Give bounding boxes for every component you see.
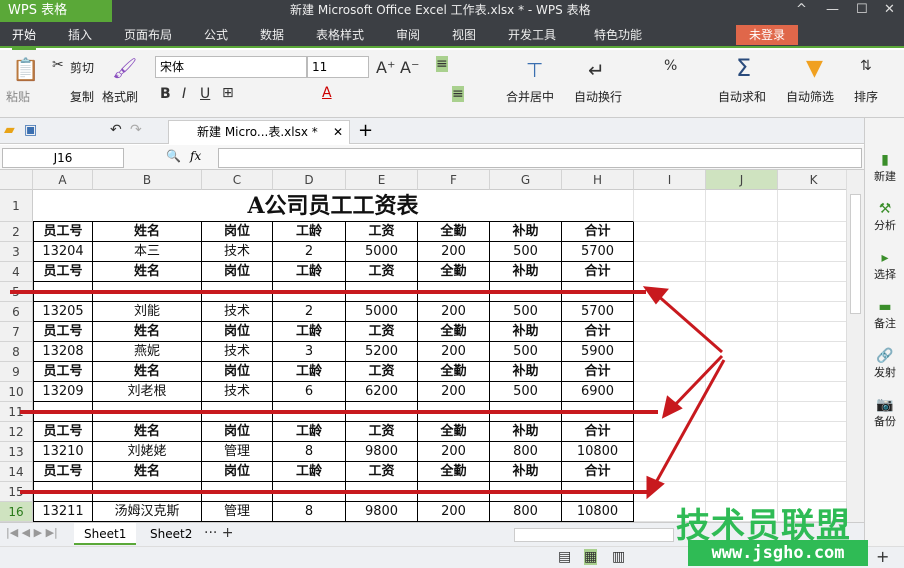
arrow-head-3 bbox=[646, 475, 665, 500]
menu-item-0[interactable]: 开始 bbox=[12, 22, 37, 50]
menu-item-2[interactable]: 页面布局 bbox=[124, 22, 172, 48]
arrow-2 bbox=[670, 354, 724, 410]
arrow-3 bbox=[652, 359, 726, 487]
menu-item-6[interactable]: 审阅 bbox=[396, 22, 420, 48]
menu-item-7[interactable]: 视图 bbox=[452, 22, 476, 48]
arrow-1 bbox=[655, 292, 723, 354]
menu-item-9[interactable]: 特色功能 bbox=[594, 22, 642, 48]
menu-item-3[interactable]: 公式 bbox=[204, 22, 228, 48]
watermark-url: www.jsgho.com bbox=[688, 540, 868, 566]
menu-item-1[interactable]: 插入 bbox=[68, 22, 92, 48]
menu-item-8[interactable]: 开发工具 bbox=[508, 22, 556, 48]
menu-item-4[interactable]: 数据 bbox=[260, 22, 284, 48]
menu-item-5[interactable]: 表格样式 bbox=[316, 22, 364, 48]
annotation-arrows bbox=[642, 286, 726, 500]
